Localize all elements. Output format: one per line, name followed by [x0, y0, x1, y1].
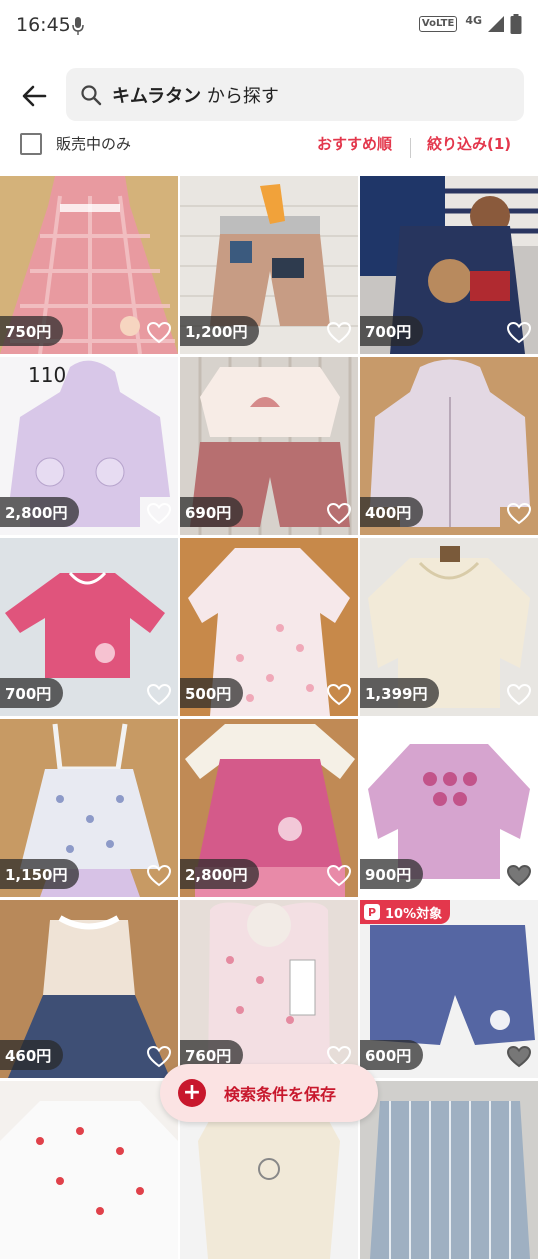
like-button[interactable] [146, 682, 172, 708]
like-button[interactable] [146, 863, 172, 889]
like-button[interactable] [146, 320, 172, 346]
product-item[interactable]: 2,800円 [180, 719, 358, 897]
sort-button[interactable]: おすすめ順 [317, 133, 392, 154]
price-badge: 700円 [0, 678, 64, 708]
heart-icon [507, 684, 531, 706]
search-icon [78, 82, 104, 108]
price-badge: 500円 [180, 678, 244, 708]
product-image [360, 1081, 538, 1259]
search-query: キムラタン から探す [112, 82, 279, 108]
heart-icon [147, 865, 171, 887]
status-time: 16:45 [16, 14, 71, 36]
product-item[interactable]: 700円 [360, 176, 538, 354]
filter-bar: 販売中のみ おすすめ順 絞り込み(1) [0, 128, 538, 168]
product-item[interactable]: 760円 [180, 900, 358, 1078]
like-button[interactable] [326, 320, 352, 346]
network-type: 4G [465, 13, 482, 27]
on-sale-checkbox[interactable] [20, 133, 42, 155]
like-button[interactable] [506, 320, 532, 346]
loading-indicator [258, 1158, 280, 1180]
product-item[interactable]: 110 2,800円 [0, 357, 178, 535]
heart-icon [327, 865, 351, 887]
price-badge: 2,800円 [180, 859, 260, 889]
search-input[interactable]: キムラタン から探す [66, 68, 524, 121]
like-button[interactable] [146, 1044, 172, 1070]
like-button[interactable] [506, 863, 532, 889]
heart-icon [327, 503, 351, 525]
product-item[interactable] [0, 1081, 178, 1259]
price-badge: 1,200円 [180, 316, 260, 346]
heart-icon [507, 865, 531, 887]
promo-label: 10%対象 [385, 906, 443, 922]
heart-icon [507, 322, 531, 344]
price-badge: 900円 [360, 859, 424, 889]
product-item[interactable]: 1,150円 [0, 719, 178, 897]
price-badge: 700円 [360, 316, 424, 346]
price-badge: 1,150円 [0, 859, 80, 889]
search-keyword: キムラタン [112, 85, 202, 107]
back-button[interactable] [14, 76, 54, 116]
on-sale-label[interactable]: 販売中のみ [56, 133, 131, 154]
save-search-label: 検索条件を保存 [224, 1085, 337, 1104]
volte-badge: VoLTE [418, 16, 458, 32]
status-bar: 16:45 VoLTE 4G [0, 0, 538, 52]
product-item[interactable]: 750円 [0, 176, 178, 354]
promo-badge: P 10%対象 [360, 900, 451, 924]
signal-icon [488, 16, 504, 32]
like-button[interactable] [146, 501, 172, 527]
status-icons: VoLTE 4G [418, 13, 522, 34]
save-search-button[interactable]: + 検索条件を保存 [160, 1064, 378, 1122]
product-item[interactable] [360, 1081, 538, 1259]
heart-icon [507, 1046, 531, 1068]
price-badge: 690円 [180, 497, 244, 527]
search-suffix: から探す [201, 85, 279, 107]
product-item[interactable]: 900円 [360, 719, 538, 897]
like-button[interactable] [326, 501, 352, 527]
heart-icon [147, 503, 171, 525]
microphone-icon [72, 17, 84, 35]
product-item[interactable]: 1,200円 [180, 176, 358, 354]
price-badge: 460円 [0, 1040, 64, 1070]
product-item[interactable]: 690円 [180, 357, 358, 535]
like-button[interactable] [506, 1044, 532, 1070]
price-badge: 750円 [0, 316, 64, 346]
heart-icon [507, 503, 531, 525]
size-label: 110 [28, 363, 67, 387]
plus-icon: + [178, 1079, 206, 1107]
arrow-left-icon [22, 85, 47, 107]
like-button[interactable] [326, 682, 352, 708]
product-item[interactable]: P 10%対象 600円 [360, 900, 538, 1078]
product-item[interactable]: 500円 [180, 538, 358, 716]
heart-icon [327, 684, 351, 706]
product-item[interactable]: 400円 [360, 357, 538, 535]
price-badge: 400円 [360, 497, 424, 527]
search-header: キムラタン から探す [0, 60, 538, 130]
product-item[interactable]: 1,399円 [360, 538, 538, 716]
like-button[interactable] [506, 682, 532, 708]
product-item[interactable]: 460円 [0, 900, 178, 1078]
like-button[interactable] [506, 501, 532, 527]
heart-icon [147, 322, 171, 344]
heart-icon [147, 1046, 171, 1068]
heart-icon [327, 322, 351, 344]
price-badge: 600円 [360, 1040, 424, 1070]
battery-icon [510, 14, 522, 34]
like-button[interactable] [326, 863, 352, 889]
price-badge: 2,800円 [0, 497, 80, 527]
paypay-icon: P [364, 904, 380, 920]
product-item[interactable]: 700円 [0, 538, 178, 716]
heart-icon [147, 684, 171, 706]
filter-divider [410, 138, 411, 158]
product-image [0, 1081, 178, 1259]
filter-button[interactable]: 絞り込み(1) [427, 133, 511, 154]
price-badge: 1,399円 [360, 678, 440, 708]
